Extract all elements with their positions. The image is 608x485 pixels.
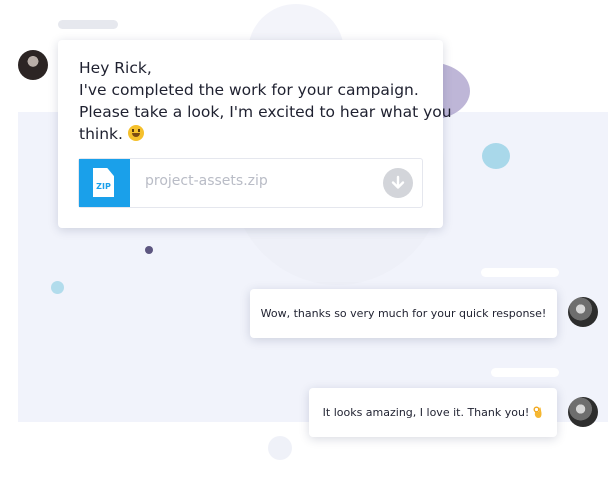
ok-hand-icon (533, 406, 542, 418)
reply-text: Wow, thanks so very much for your quick … (260, 307, 547, 320)
message-line: Please take a look, I'm excited to hear … (79, 103, 452, 121)
grinning-face-icon (127, 125, 144, 141)
download-button[interactable] (383, 168, 413, 198)
decorative-dot (145, 246, 153, 254)
reply-name-placeholder (491, 368, 559, 377)
zip-file-icon: ZIP (79, 159, 130, 207)
message-line: Hey Rick, (79, 59, 152, 77)
reply-message-card: It looks amazing, I love it. Thank you! (309, 388, 557, 437)
decorative-dot (482, 143, 510, 169)
file-type-label: ZIP (96, 182, 111, 191)
message-line: I've completed the work for your campaig… (79, 81, 419, 99)
file-name[interactable]: project-assets.zip (145, 173, 268, 189)
sender-avatar[interactable] (18, 50, 48, 80)
reply-message-card: Wow, thanks so very much for your quick … (250, 289, 557, 338)
recipient-avatar[interactable] (568, 397, 598, 427)
message-line: think. (79, 125, 123, 143)
message-body: Hey Rick, I've completed the work for yo… (79, 57, 452, 145)
download-arrow-icon (391, 175, 405, 189)
sender-name-placeholder (58, 20, 118, 29)
recipient-avatar[interactable] (568, 297, 598, 327)
decorative-dot (481, 48, 493, 60)
decorative-dot (51, 281, 64, 294)
incoming-message-card: Hey Rick, I've completed the work for yo… (58, 40, 452, 228)
file-attachment[interactable]: ZIP project-assets.zip (78, 158, 423, 208)
reply-name-placeholder (481, 268, 559, 277)
decorative-dot (268, 436, 292, 460)
reply-text: It looks amazing, I love it. Thank you! (322, 406, 530, 419)
